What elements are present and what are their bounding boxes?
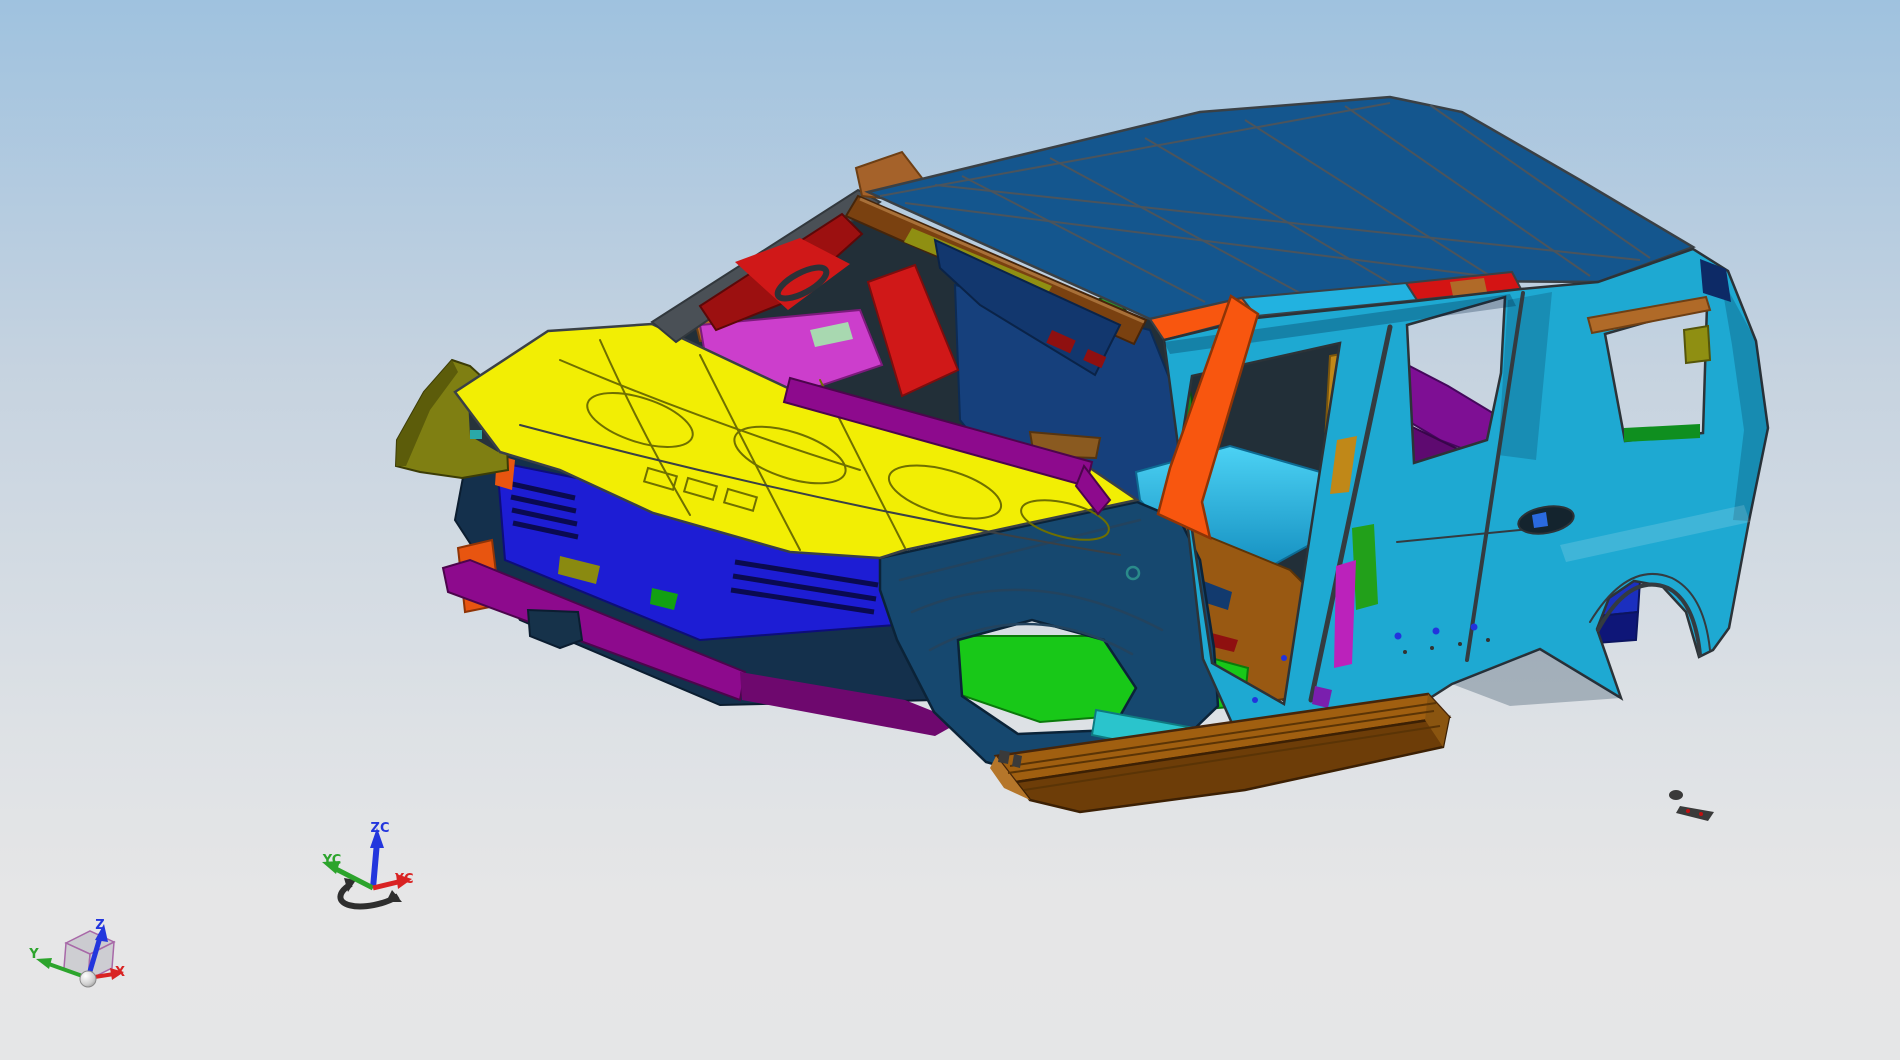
wcs-y-label: YC (322, 853, 342, 868)
quarter-hinge-olive[interactable] (1682, 324, 1712, 365)
debris-red-dot-2 (1699, 812, 1703, 816)
pin-part-1 (998, 750, 1010, 764)
debris-red-dot-1 (1686, 809, 1690, 813)
abs-z-label: Z (95, 918, 104, 933)
wcs-z-label: ZC (371, 821, 390, 836)
abs-origin-sphere[interactable] (79, 970, 97, 988)
cad-viewport[interactable]: ZC YC XC Z Y X (0, 0, 1900, 1060)
abs-y-label: Y (28, 947, 39, 962)
abs-x-label: X (115, 965, 125, 980)
viewport-canvas[interactable]: ZC YC XC Z Y X (0, 0, 1900, 1060)
bpillar-green[interactable] (1352, 524, 1378, 610)
wcs-z-axis[interactable] (370, 841, 380, 889)
cowl-bit-teal (470, 430, 482, 439)
wcs-x-label: XC (394, 872, 413, 887)
debris-puck (1669, 790, 1683, 800)
